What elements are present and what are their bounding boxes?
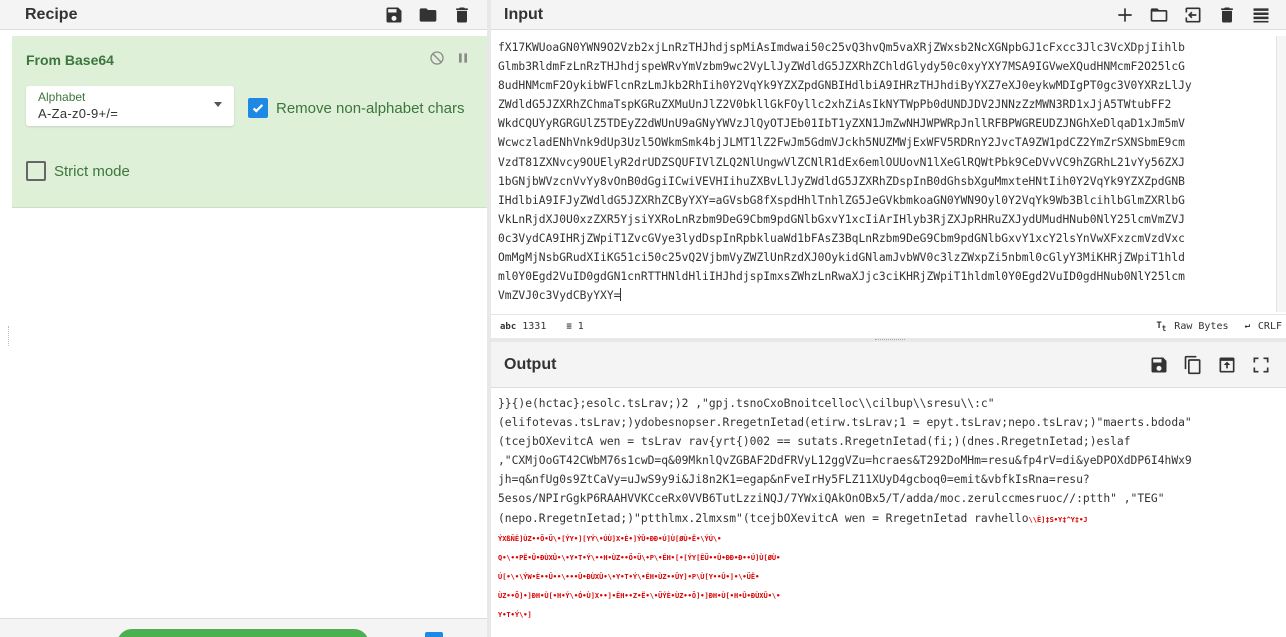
save-icon[interactable] — [1148, 354, 1170, 376]
text-encoding-icon[interactable]: Tt — [1156, 321, 1166, 333]
trash-icon[interactable] — [451, 4, 473, 26]
bake-button[interactable] — [117, 629, 369, 637]
input-line: 1bGNjbWVzcnVvYy8vOnB0dGgiICwiVEVHIihuZXB… — [498, 174, 1185, 188]
text-cursor — [620, 288, 622, 302]
input-line: IHdlbiA9IFJyZWdldG5JZXRhZCByYXY=aGVsbG8f… — [498, 193, 1185, 207]
folder-icon[interactable] — [417, 4, 439, 26]
disable-icon[interactable] — [429, 50, 445, 71]
output-line: (tcejbOXevitcA wen = tsLrav rav{yrt{)002… — [498, 435, 1131, 449]
input-line: OmMgMjNsbGRudXIiKG51ci50c25vQ2VjbmVyZWZl… — [498, 251, 1185, 265]
list-icon[interactable] — [1250, 4, 1272, 26]
lines-icon: ≡ — [566, 321, 572, 332]
input-length: 1331 — [522, 321, 547, 332]
input-title: Input — [504, 5, 544, 23]
input-pane: Input fX17KWUoaGN0YWN9O2Vzb2xjLnRzTHJhdj… — [491, 0, 1286, 340]
alphabet-value: A-Za-z0-9+/= — [38, 106, 119, 121]
input-header: Input — [491, 0, 1286, 30]
output-garbled-line: Ú[•\•\ÝW•È••Û••\•••Û•ÐÙXÛ•\•Y•T•Ý\•ÊH•ÙZ… — [498, 572, 760, 581]
remove-non-alphabet-checkbox[interactable] — [248, 98, 268, 118]
input-textarea[interactable]: fX17KWUoaGN0YWN9O2Vzb2xjLnRzTHJhdjspMiAs… — [498, 38, 1276, 314]
pause-icon[interactable] — [455, 50, 471, 71]
remove-non-alphabet-label: Remove non-alphabet chars — [276, 99, 465, 117]
output-line: (elifotevas.tsLrav;)ydobesnopser.Rregetn… — [498, 416, 1192, 430]
plus-icon[interactable] — [1114, 4, 1136, 26]
alphabet-select[interactable]: Alphabet A-Za-z0-9+/= — [26, 86, 234, 126]
replace-input-icon[interactable] — [1216, 354, 1238, 376]
operation-name: From Base64 — [26, 52, 114, 68]
output-garbled-line: Y•T•Ý\•] — [498, 611, 532, 620]
copy-icon[interactable] — [1182, 354, 1204, 376]
from-base64-operation[interactable]: From Base64 Alphabet A-Za-z0-9+/= Remove… — [12, 36, 487, 208]
strict-mode-option[interactable]: Strict mode — [26, 161, 130, 181]
input-line: Glmb3RldmFzLnRzTHJhdjspeWRvYmVzbm9wc2VyL… — [498, 60, 1185, 74]
auto-bake-checkbox[interactable] — [425, 632, 443, 637]
input-line: VmZVJ0c3VydCByYXY= — [498, 289, 621, 303]
input-line: VzdT81ZXNvcy9OUElyR2drUDZSQUFIVlZLQ2NlUn… — [498, 155, 1185, 169]
trash-icon[interactable] — [1216, 4, 1238, 26]
output-line: (nepo.RregetnIetad;)"ptthlmx.2lmxsm"(tce… — [498, 511, 1029, 525]
save-icon[interactable] — [383, 4, 405, 26]
output-textarea[interactable]: }}{)e(hctac};esolc.tsLrav;)2 ,"gpj.tsnoC… — [498, 394, 1278, 636]
output-garbled-line: ÝXßÑÊ]ÙZ••Õ•Ü\•[ÝY•][YÝ\•ÚÙ]X•È•]ÝÛ•ÐÐ•Ú… — [498, 534, 722, 543]
input-status-bar: abc 1331 ≡ 1 Tt Raw Bytes ↵ CRLF — [491, 314, 1286, 338]
output-header: Output — [491, 342, 1286, 388]
alphabet-label: Alphabet — [38, 90, 86, 104]
input-lines: 1 — [577, 321, 584, 332]
input-line: VkLnRjdXJ0U0xzZXR5YjsiYXRoLnRzbm9DeG9Cbm… — [498, 212, 1185, 226]
output-pane: Output }}{)e(hctac};esolc.tsLrav;)2 ,"gp… — [491, 342, 1286, 637]
input-line: 0c3VydCA9IHRjZWpiT1ZvcGVye3lydDspInRpbkl… — [498, 231, 1185, 245]
eol-icon[interactable]: ↵ — [1244, 321, 1249, 331]
output-line: }}{)e(hctac};esolc.tsLrav;)2 ,"gpj.tsnoC… — [498, 397, 995, 410]
output-title: Output — [504, 355, 557, 373]
output-line: 5esos/NPIrGgkP6RAAHVVKCceRx0VVB6TutLzziN… — [498, 492, 1165, 506]
input-line: 8udHNMcmF2OykibWFlcnRzLmJkb2RhIih0Y2VqYk… — [498, 79, 1192, 93]
import-icon[interactable] — [1182, 4, 1204, 26]
strict-mode-checkbox[interactable] — [26, 161, 46, 181]
output-garbled-line: Q•\••PË•Û•ÐÙXÛ•\•Y•T•Ý\••H•ÙZ••Ö•Ü\•P\•Ê… — [498, 553, 781, 562]
remove-non-alphabet-option[interactable]: Remove non-alphabet chars — [248, 98, 464, 118]
output-garbled-line: ÙZ••Ö]•]ÐH•Ù[•H•Ý\•Ó•Ù]X••]•ÊH••Z•Ë•\•ÜÝ… — [498, 591, 781, 600]
output-line: ,"CXMjOoGT42CWbM76s1cwD=q&09MknlQvZGBAF2… — [498, 454, 1192, 468]
folder-icon[interactable] — [1148, 4, 1170, 26]
recipe-title: Recipe — [25, 5, 78, 23]
input-line: WkdCQUYyRGRGUlZ5TDEyZ2dWUnU9aGNyYWVzJlQy… — [498, 117, 1185, 131]
raw-bytes-button[interactable]: Raw Bytes — [1174, 321, 1228, 332]
input-line: WcwczladENhVnk9dUp3Uzl5OWkmSmk4bjJLMT1lZ… — [498, 136, 1185, 150]
chevron-down-icon[interactable] — [214, 102, 222, 107]
output-garbled-tail: \\Ê]‡S•Y‡^Y‡•J — [1028, 515, 1088, 524]
strict-mode-label: Strict mode — [54, 162, 130, 180]
output-line: jh=q&nfUg0s9ZtCaVy=uJwS9y9i&Ji8n2K1=egap… — [498, 473, 1090, 487]
eol-button[interactable]: CRLF — [1258, 321, 1282, 332]
splitter-grip[interactable] — [875, 339, 905, 340]
recipe-pane: Recipe From Base64 Alphabet A-Za-z0-9+/=… — [0, 0, 487, 637]
input-line: ZWdldG5JZXRhZChmaTspKGRuZXMuUnJlZ2V0bkll… — [498, 98, 1172, 112]
recipe-header: Recipe — [0, 0, 487, 30]
input-line: ml0Y0Egd2VuID0gdGN1cnRTTHNldHliIHJhdjspI… — [498, 270, 1185, 284]
input-line: fX17KWUoaGN0YWN9O2Vzb2xjLnRzTHJhdjspMiAs… — [498, 41, 1185, 54]
input-scrollbar[interactable] — [1276, 36, 1286, 312]
length-icon: abc — [500, 321, 517, 332]
sidebar-grip[interactable] — [8, 326, 10, 346]
maximise-icon[interactable] — [1250, 354, 1272, 376]
